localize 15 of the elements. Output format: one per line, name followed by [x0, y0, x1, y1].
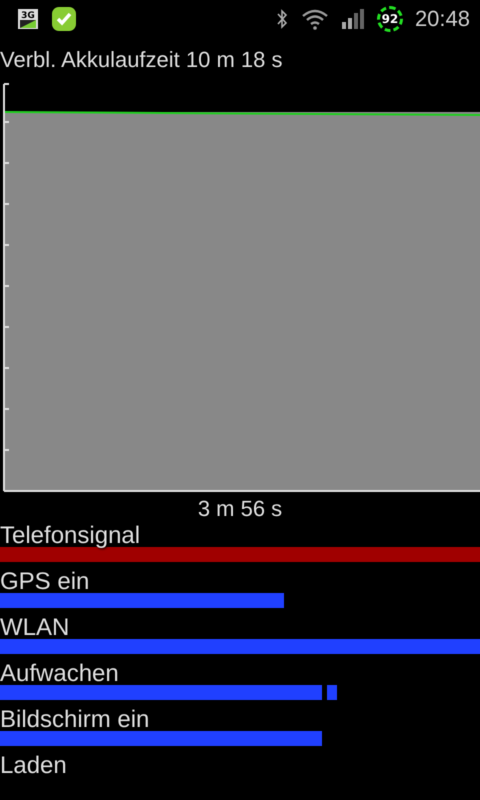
remaining-time-title: Verbl. Akkulaufzeit 10 m 18 s — [0, 46, 284, 74]
bluetooth-icon — [274, 8, 289, 30]
clock: 20:48 — [414, 6, 470, 32]
timeline-label: Bildschirm ein — [0, 708, 150, 731]
timeline-label: WLAN — [0, 616, 70, 639]
wifi-icon — [300, 8, 329, 30]
timeline-label: GPS ein — [0, 570, 90, 593]
timeline-label: Aufwachen — [0, 662, 120, 685]
timeline-label: Telefonsignal — [0, 524, 142, 547]
signal-icon — [340, 8, 365, 30]
battery-indicator: 92 — [376, 6, 403, 32]
network-3g-icon: 3G — [17, 8, 39, 30]
chart-time-label: 3 m 56 s — [196, 495, 284, 523]
timeline-label: Laden — [0, 754, 68, 777]
check-icon — [51, 6, 77, 32]
